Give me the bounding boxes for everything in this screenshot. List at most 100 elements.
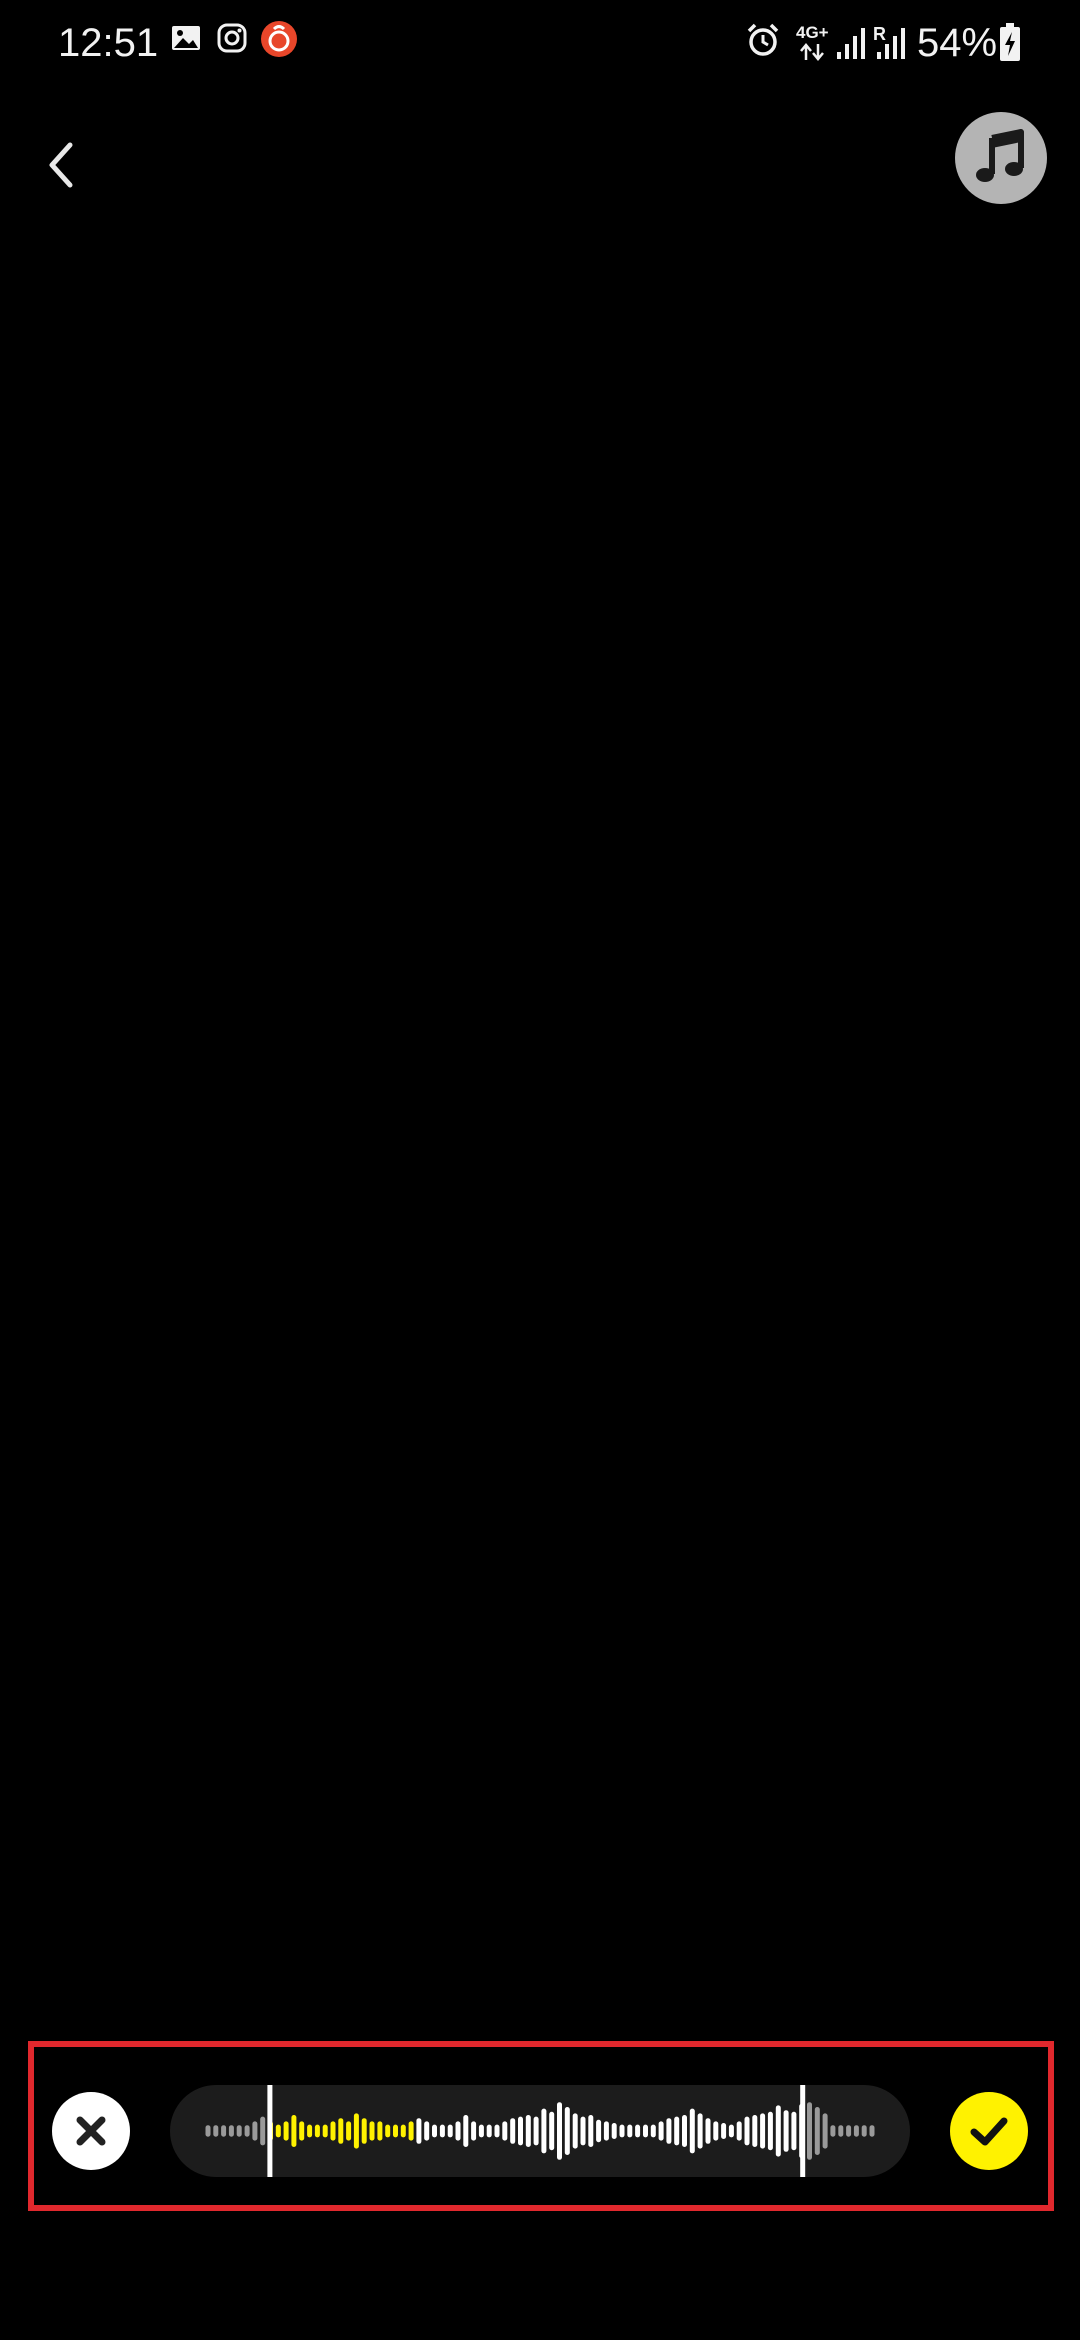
gallery-icon <box>172 26 200 50</box>
waveform-bar <box>572 2113 578 2149</box>
waveform-bar <box>346 2121 352 2141</box>
waveform-bar <box>525 2115 531 2147</box>
waveform-bar <box>260 2116 266 2146</box>
status-bar: 12:51 4G+ R 54% <box>0 0 1080 86</box>
waveform-bar <box>603 2121 609 2141</box>
waveform-bar <box>752 2115 758 2147</box>
alarm-icon <box>747 23 779 56</box>
waveform-bar <box>299 2121 305 2141</box>
waveform-bar <box>518 2116 523 2146</box>
waveform-bar <box>705 2118 711 2144</box>
music-note-icon <box>976 129 1024 182</box>
waveform-bar <box>861 2125 867 2137</box>
close-icon <box>76 2116 106 2146</box>
waveform-bar <box>432 2124 437 2138</box>
waveform-bar <box>314 2124 320 2138</box>
waveform-bar <box>252 2121 258 2141</box>
waveform-bar <box>619 2124 625 2138</box>
waveform-bar <box>353 2113 359 2149</box>
waveform-bar <box>486 2124 492 2138</box>
waveform-bar <box>767 2111 773 2151</box>
network-type: 4G+ <box>796 23 829 42</box>
waveform-bar <box>533 2116 539 2146</box>
waveform-bar <box>213 2125 219 2137</box>
waveform-bar <box>783 2110 789 2152</box>
waveform-bar <box>744 2116 750 2146</box>
battery-charging-icon <box>1000 23 1020 61</box>
confirm-button[interactable] <box>950 2092 1028 2170</box>
checkmark-icon <box>970 2117 1008 2146</box>
audio-waveform-track[interactable] <box>170 2085 910 2177</box>
waveform-bar <box>760 2113 766 2149</box>
waveform-bar <box>463 2115 469 2147</box>
waveform-bar <box>775 2105 781 2157</box>
battery-percentage: 54% <box>917 21 998 65</box>
waveform-bar <box>791 2111 797 2151</box>
screen: 12:51 4G+ R 54% <box>0 0 1080 2340</box>
waveform-bar <box>236 2125 242 2137</box>
waveform-bar <box>478 2124 484 2138</box>
waveform-bar <box>588 2115 594 2147</box>
waveform-bar <box>635 2124 641 2138</box>
waveform-bar <box>455 2121 461 2141</box>
waveform-bar <box>275 2124 281 2138</box>
waveform-bar <box>221 2125 227 2137</box>
waveform-bar <box>408 2121 414 2141</box>
waveform-bar <box>650 2124 656 2138</box>
waveform-bar <box>494 2124 500 2138</box>
signal-roaming-icon <box>877 28 905 59</box>
waveform-bar <box>393 2124 398 2138</box>
waveform-bar <box>502 2121 508 2141</box>
waveform-bar <box>611 2123 617 2139</box>
waveform-bar <box>549 2111 555 2151</box>
waveform-bar <box>291 2115 297 2147</box>
waveform-bar <box>307 2124 313 2138</box>
waveform-bar <box>361 2118 367 2144</box>
waveform-bar <box>697 2113 703 2149</box>
waveform-bar <box>510 2118 516 2144</box>
waveform-bar <box>846 2125 852 2137</box>
waveform-bar <box>643 2124 648 2138</box>
waveform-bar <box>682 2115 687 2147</box>
trim-handle-start[interactable] <box>267 2085 273 2177</box>
status-time: 12:51 <box>58 21 159 65</box>
music-button[interactable] <box>955 112 1047 204</box>
app-notification-icon <box>261 21 297 57</box>
waveform-bar <box>564 2107 570 2155</box>
waveform-bar <box>814 2107 820 2155</box>
waveform-bar <box>447 2124 453 2138</box>
cancel-button[interactable] <box>52 2092 130 2170</box>
waveform-bar <box>666 2118 672 2144</box>
trim-handle-end[interactable] <box>800 2085 806 2177</box>
waveform-bar <box>853 2125 859 2137</box>
waveform-bar <box>416 2118 422 2144</box>
waveform-bar <box>580 2116 586 2146</box>
waveform-bar <box>369 2121 375 2141</box>
waveform-bar <box>557 2102 562 2160</box>
waveform-bar <box>721 2123 727 2139</box>
waveform-bar <box>658 2121 664 2141</box>
waveform-bar <box>424 2121 430 2141</box>
waveform-bar <box>830 2125 836 2137</box>
waveform-bar <box>322 2124 328 2138</box>
waveform-bar <box>541 2108 547 2154</box>
waveform-bar <box>471 2121 477 2141</box>
waveform-bar <box>338 2118 344 2144</box>
waveform-bar <box>713 2121 719 2141</box>
chevron-left-icon <box>49 142 73 188</box>
waveform-bar <box>822 2113 828 2149</box>
data-arrows-icon <box>800 43 824 61</box>
instagram-icon <box>217 23 247 53</box>
audio-waveform[interactable] <box>170 2085 910 2177</box>
waveform-bar <box>439 2124 445 2138</box>
waveform-bar <box>736 2121 742 2141</box>
waveform-bar <box>674 2116 680 2146</box>
waveform-bar <box>400 2124 406 2138</box>
back-button[interactable] <box>36 130 86 200</box>
signal-icon <box>837 28 865 59</box>
waveform-bar <box>283 2121 289 2141</box>
waveform-bar <box>689 2108 695 2154</box>
waveform-bar <box>807 2102 812 2160</box>
waveform-bar <box>385 2124 391 2138</box>
waveform-bar <box>244 2125 250 2137</box>
